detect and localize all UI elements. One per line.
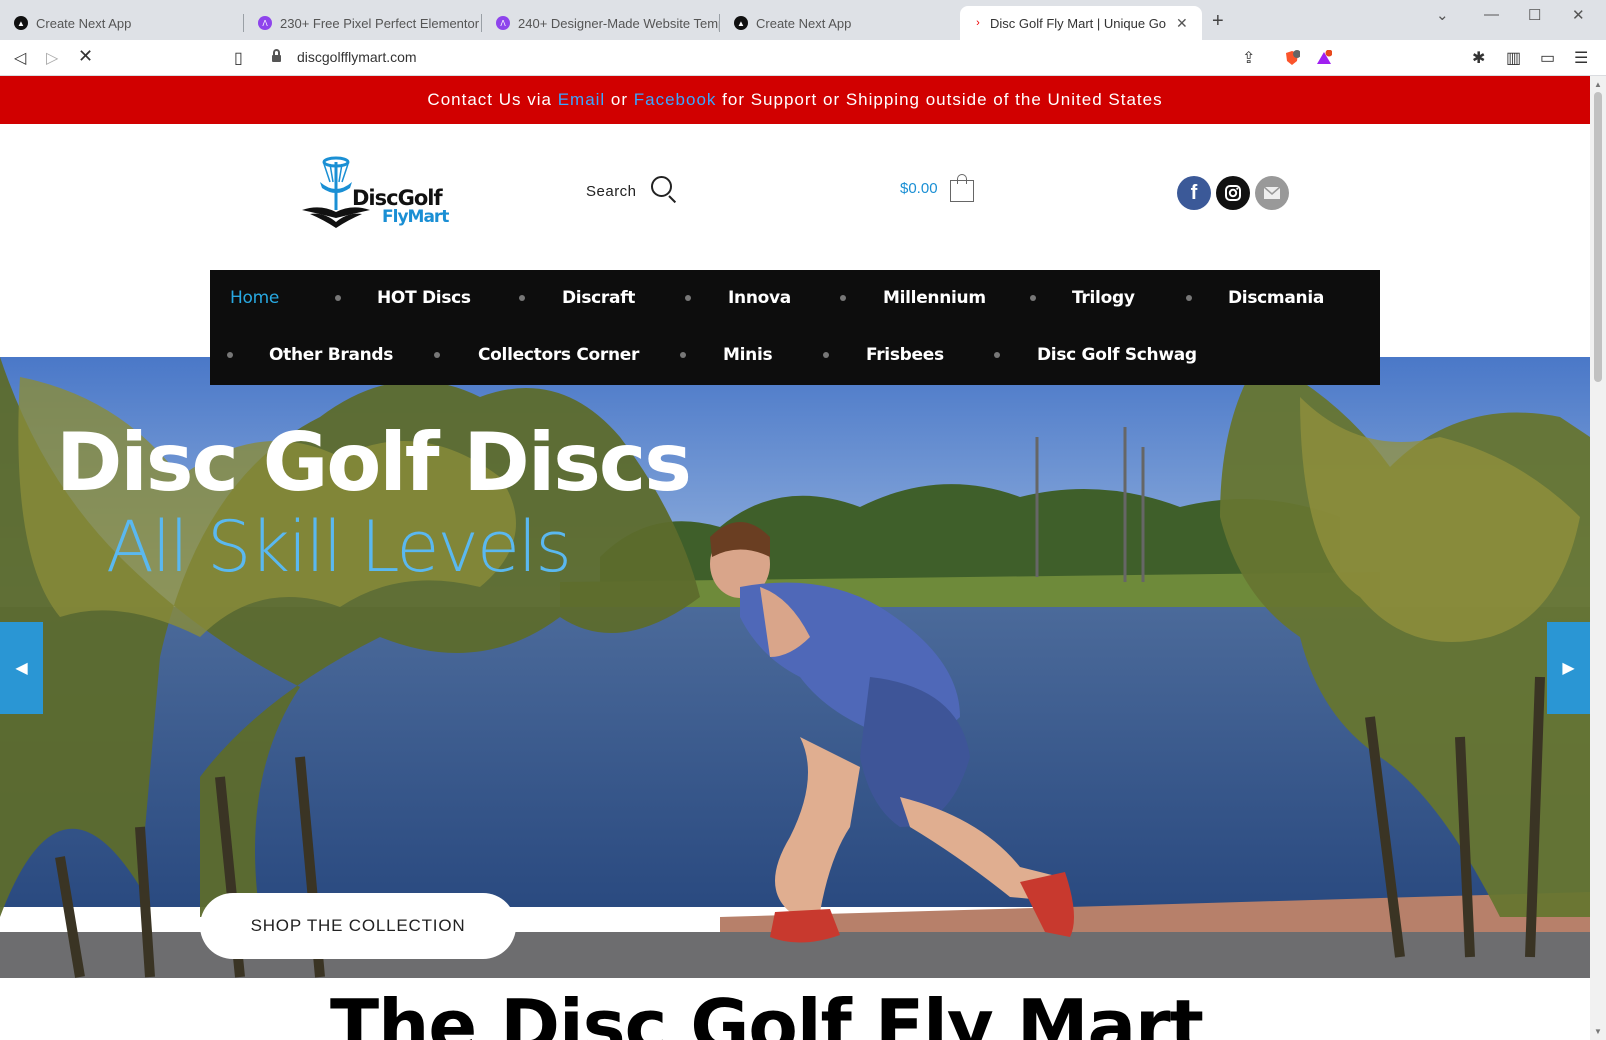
maximize-icon[interactable]: ☐ (1528, 6, 1541, 24)
new-tab-icon[interactable]: + (1212, 10, 1224, 33)
nav-separator (685, 295, 691, 301)
nav-separator (680, 352, 686, 358)
browser-tab[interactable]: ▲ Create Next App (0, 6, 244, 40)
shop-collection-button[interactable]: SHOP THE COLLECTION (200, 893, 516, 959)
nav-item-hot-discs[interactable]: HOT Discs (377, 288, 471, 308)
search-label: Search (586, 182, 637, 200)
nextjs-icon: ▲ (14, 16, 28, 30)
nav-separator (434, 352, 440, 358)
browser-tab[interactable]: Λ 230+ Free Pixel Perfect Elementor Ten (244, 6, 482, 40)
elementor-icon: Λ (258, 16, 272, 30)
hero-headline: Disc Golf Discs (56, 416, 692, 509)
nav-separator (1030, 295, 1036, 301)
nav-item-frisbees[interactable]: Frisbees (866, 345, 944, 365)
tab-title: 240+ Designer-Made Website Templa (518, 15, 720, 31)
nav-item-minis[interactable]: Minis (723, 345, 773, 365)
slider-prev-button[interactable]: ◀ (0, 622, 43, 714)
tab-title: Create Next App (36, 15, 132, 31)
nextjs-icon: ▲ (734, 16, 748, 30)
nav-item-collectors-corner[interactable]: Collectors Corner (478, 345, 639, 365)
nav-item-trilogy[interactable]: Trilogy (1072, 288, 1135, 308)
announcement-text: or (605, 90, 634, 109)
envelope-icon[interactable] (1255, 176, 1289, 210)
browser-tab[interactable]: ▲ Create Next App (720, 6, 960, 40)
web-page: Contact Us via Email or Facebook for Sup… (0, 76, 1590, 1040)
browser-tab-active[interactable]: › Disc Golf Fly Mart | Unique Golf D ✕ (960, 6, 1202, 40)
elementor-icon: Λ (496, 16, 510, 30)
instagram-icon[interactable] (1216, 176, 1250, 210)
nav-item-discmania[interactable]: Discmania (1228, 288, 1324, 308)
address-bar[interactable]: discgolfflymart.com (262, 45, 1342, 71)
close-tab-icon[interactable]: ✕ (1176, 15, 1188, 32)
main-nav: Home HOT Discs Discraft Innova Millenniu… (210, 270, 1380, 385)
minimize-icon[interactable]: — (1484, 6, 1499, 23)
nav-item-discraft[interactable]: Discraft (562, 288, 635, 308)
tab-title: 230+ Free Pixel Perfect Elementor Ten (280, 15, 482, 31)
search-icon (649, 176, 679, 206)
nav-separator (227, 352, 233, 358)
forward-icon[interactable]: ▷ (46, 48, 58, 68)
lock-icon (272, 49, 281, 62)
caret-left-icon: ◀ (15, 660, 28, 677)
nav-item-millennium[interactable]: Millennium (883, 288, 986, 308)
site-logo[interactable]: DiscGolf FlyMart (300, 152, 455, 234)
nav-separator (1186, 295, 1192, 301)
stop-loading-icon[interactable]: ✕ (78, 46, 93, 67)
nav-separator (519, 295, 525, 301)
logo-text-bottom: FlyMart (382, 207, 449, 227)
back-icon[interactable]: ◁ (14, 48, 26, 68)
tab-search-icon[interactable]: ⌄ (1436, 6, 1449, 24)
bookmark-icon[interactable]: ▯ (234, 48, 243, 68)
browser-tab[interactable]: Λ 240+ Designer-Made Website Templa (482, 6, 720, 40)
nav-item-other-brands[interactable]: Other Brands (269, 345, 393, 365)
cart-total: $0.00 (900, 179, 938, 197)
nav-item-disc-golf-schwag[interactable]: Disc Golf Schwag (1037, 345, 1197, 365)
scroll-up-icon[interactable]: ▲ (1594, 80, 1602, 89)
tab-title: Create Next App (756, 15, 852, 31)
nav-separator (994, 352, 1000, 358)
scroll-down-icon[interactable]: ▼ (1594, 1027, 1602, 1036)
tab-title: Disc Golf Fly Mart | Unique Golf D (990, 15, 1166, 31)
menu-icon[interactable]: ☰ (1574, 48, 1588, 68)
slider-next-button[interactable]: ▶ (1547, 622, 1590, 714)
announcement-text: for Support or Shipping outside of the U… (716, 90, 1163, 109)
email-link[interactable]: Email (558, 90, 606, 110)
brave-rewards-icon[interactable] (1316, 50, 1332, 66)
page-scrollbar[interactable]: ▲ ▼ (1590, 76, 1606, 1040)
brave-shields-icon[interactable] (1284, 50, 1300, 66)
browser-toolbar: ◁ ▷ ✕ ▯ discgolfflymart.com ⇪ ✱ ▥ ▭ ☰ (0, 40, 1606, 76)
facebook-icon[interactable]: f (1177, 176, 1211, 210)
nav-item-home[interactable]: Home (230, 288, 279, 308)
announcement-text: Contact Us via (427, 90, 558, 109)
discgolf-icon: › (976, 17, 980, 29)
section-title: The Disc Golf Fly Mart (330, 984, 1204, 1040)
cart-button[interactable]: $0.00 (900, 174, 974, 202)
browser-tab-strip: ▲ Create Next App Λ 230+ Free Pixel Perf… (0, 0, 1606, 40)
close-window-icon[interactable]: ✕ (1572, 6, 1585, 24)
nav-item-innova[interactable]: Innova (728, 288, 791, 308)
extensions-icon[interactable]: ✱ (1472, 48, 1485, 68)
sidebar-icon[interactable]: ▥ (1506, 48, 1521, 68)
caret-right-icon: ▶ (1562, 660, 1575, 677)
nav-separator (840, 295, 846, 301)
facebook-link[interactable]: Facebook (634, 90, 717, 110)
url-text: discgolfflymart.com (297, 49, 417, 65)
nav-separator (335, 295, 341, 301)
nav-separator (823, 352, 829, 358)
share-icon[interactable]: ⇪ (1242, 48, 1255, 68)
hero-subheadline: All Skill Levels (106, 506, 572, 588)
wallet-icon[interactable]: ▭ (1540, 48, 1555, 68)
site-header: DiscGolf FlyMart Search $0.00 f (0, 124, 1590, 264)
scrollbar-thumb[interactable] (1594, 92, 1602, 382)
shopping-bag-icon (949, 174, 974, 202)
search-button[interactable]: Search (586, 176, 679, 206)
announcement-bar: Contact Us via Email or Facebook for Sup… (0, 76, 1590, 124)
